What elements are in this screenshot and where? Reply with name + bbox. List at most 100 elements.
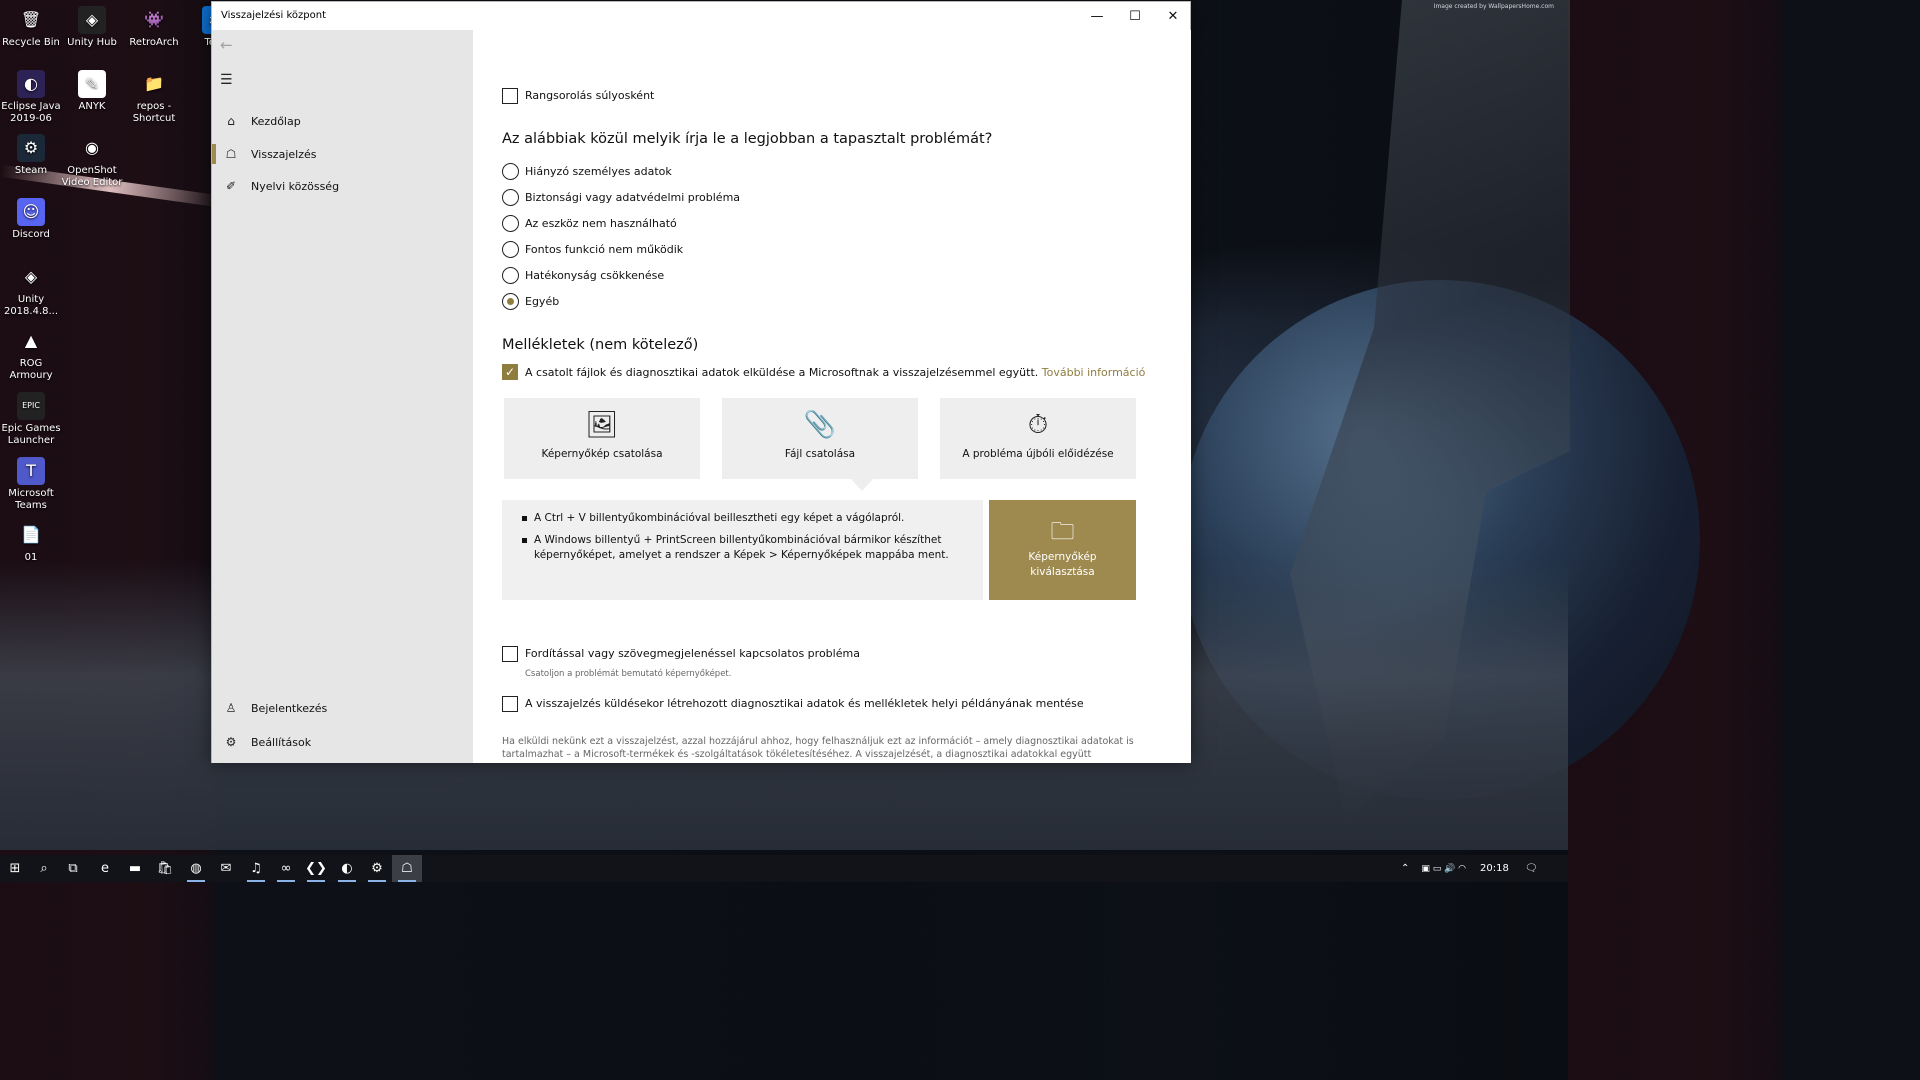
screenshot-icon: 🖼 (585, 410, 619, 440)
folder-icon: 🗀 (1050, 517, 1075, 545)
home-icon: ⌂ (227, 114, 235, 128)
radio-other[interactable] (502, 293, 519, 310)
desktop-icon[interactable]: ◐ Eclipse Java 2019-06 (0, 70, 62, 125)
title-bar[interactable]: Visszajelzési központ — ☐ ✕ (212, 2, 1190, 30)
eclipse-icon: ◐ (17, 70, 45, 98)
steam-icon: ⚙ (17, 134, 45, 162)
visual-studio-icon[interactable]: ∞ (271, 855, 301, 882)
unity-hub-icon: ◈ (78, 6, 106, 34)
choose-screenshot-button[interactable]: 🗀 Képernyőkép kiválasztása (989, 500, 1136, 600)
info-bullet: A Windows billentyű + PrintScreen billen… (522, 533, 964, 563)
desktop-icon[interactable]: 🗑 Recycle Bin (0, 6, 62, 49)
feedback-hub-window: Visszajelzési központ — ☐ ✕ ← ☰ ⌂ Kezdől… (211, 1, 1191, 763)
notification-icon[interactable]: 🗨 (1525, 863, 1538, 874)
rank-severity-checkbox[interactable] (502, 88, 518, 104)
desktop-icon[interactable]: T Microsoft Teams (0, 457, 62, 512)
taskbar: ⊞ ⌕ ⧉ e ▬ 🛍 ◍ ✉ ♫ ∞ ❮❯ ◐ ⚙ ☖ ⌃ ▣ ▭ 🔊 ◠ 20:18 🗨 (0, 855, 1568, 882)
gear-icon: ⚙ (225, 735, 237, 749)
desktop-icon-label: ROG Armoury (9, 358, 53, 381)
more-info-link[interactable]: További információ (1042, 366, 1146, 379)
teams-icon: T (17, 457, 45, 485)
radio-label: Fontos funkció nem működik (525, 243, 684, 256)
translation-issue-checkbox[interactable] (502, 646, 518, 662)
tray-chevron-icon[interactable]: ⌃ (1401, 863, 1409, 874)
store-icon[interactable]: 🛍 (150, 855, 180, 882)
sidebar-item-label: Visszajelzés (251, 147, 317, 161)
desktop-icon[interactable]: 📄 01 (0, 521, 62, 564)
close-button[interactable]: ✕ (1154, 2, 1192, 30)
desktop-icon[interactable]: 👾 RetroArch (123, 6, 185, 49)
sidebar-item-label: Nyelvi közösség (251, 179, 340, 193)
app-icon[interactable]: ◐ (332, 855, 362, 882)
mail-icon[interactable]: ✉ (211, 855, 241, 882)
desktop-icon-label: Steam (14, 165, 48, 176)
attach-screenshot-button[interactable]: 🖼 Képernyőkép csatolása (504, 398, 700, 479)
back-arrow-icon[interactable]: ← (220, 36, 242, 56)
desktop-icon[interactable]: ⚙ Steam (0, 134, 62, 177)
system-tray: ⌃ ▣ ▭ 🔊 ◠ 20:18 🗨 (1397, 855, 1568, 882)
retroarch-icon: 👾 (144, 10, 164, 29)
windows-start-icon[interactable]: ⊞ (0, 855, 30, 882)
send-diagnostics-checkbox[interactable]: ✓ (502, 364, 518, 380)
radio-label: Az eszköz nem használható (525, 217, 677, 230)
minimize-button[interactable]: — (1078, 2, 1116, 30)
recreate-problem-button[interactable]: ⏱ A probléma újbóli előidézése (940, 398, 1136, 479)
search-icon[interactable]: ⌕ (29, 855, 59, 882)
radio-missing-personal-data[interactable] (502, 163, 519, 180)
edge-icon[interactable]: e (90, 855, 120, 882)
task-view-icon[interactable]: ⧉ (58, 855, 88, 882)
vscode-icon[interactable]: ❮❯ (301, 855, 331, 882)
desktop-icon[interactable]: ✎ ANYK (61, 70, 123, 113)
radio-security-privacy[interactable] (502, 189, 519, 206)
desktop-icon-label: Unity 2018.4.8... (3, 294, 59, 317)
desktop-icon-label: OpenShot Video Editor (61, 165, 123, 188)
chrome-icon[interactable]: ◍ (181, 855, 211, 882)
radio-feature-broken[interactable] (502, 241, 519, 258)
desktop-icon[interactable]: ◈ Unity 2018.4.8... (0, 263, 62, 318)
translation-issue-hint: Csatoljon a problémát bemutató képernyők… (525, 669, 732, 679)
send-diagnostics-text: A csatolt fájlok és diagnosztikai adatok… (525, 366, 1039, 379)
info-bullet: A Ctrl + V billentyűkombinációval beille… (522, 511, 964, 526)
tray-icons[interactable]: ▣ ▭ 🔊 ◠ (1421, 864, 1466, 874)
sidebar-item-label: Bejelentkezés (251, 701, 328, 715)
choose-screenshot-label: Képernyőkép kiválasztása (1028, 551, 1097, 578)
desktop-icon[interactable]: ◈ Unity Hub (61, 6, 123, 49)
desktop-icon-label: Unity Hub (67, 37, 117, 48)
desktop-icon-label: Recycle Bin (2, 37, 60, 48)
feedback-icon: ☖ (225, 147, 237, 161)
legal-disclaimer: Ha elküldi nekünk ezt a visszajelzést, a… (502, 736, 1134, 760)
desktop-icon[interactable]: 📁 repos - Shortcut (123, 70, 185, 125)
settings-icon[interactable]: ⚙ (362, 855, 392, 882)
clock[interactable]: 20:18 (1480, 863, 1509, 874)
radio-label: Hiányzó személyes adatok (525, 165, 672, 178)
radio-device-unusable[interactable] (502, 215, 519, 232)
desktop-icon[interactable]: ☺ Discord (0, 198, 62, 241)
desktop-icon-label: Discord (12, 229, 50, 240)
hamburger-menu-icon[interactable]: ☰ (220, 72, 240, 90)
attach-file-button[interactable]: 📎 Fájl csatolása (722, 398, 918, 479)
sidebar-item-settings[interactable]: ⚙ Beállítások (212, 726, 473, 758)
desktop-icon[interactable]: ◉ OpenShot Video Editor (61, 134, 123, 189)
sidebar-item-home[interactable]: ⌂ Kezdőlap (212, 105, 473, 137)
send-diagnostics-label: A csatolt fájlok és diagnosztikai adatok… (525, 366, 1145, 379)
folder-shortcut-icon: 📁 (144, 74, 164, 93)
wallpaper-watermark: Image created by WallpapersHome.com (1433, 3, 1554, 10)
sidebar-item-sign-in[interactable]: ♙ Bejelentkezés (212, 692, 473, 724)
feedback-hub-icon[interactable]: ☖ (392, 855, 422, 882)
maximize-button[interactable]: ☐ (1116, 2, 1154, 30)
radio-performance[interactable] (502, 267, 519, 284)
save-local-copy-checkbox[interactable] (502, 696, 518, 712)
rank-severity-label: Rangsorolás súlyosként (525, 89, 655, 102)
sidebar-item-feedback[interactable]: ☖ Visszajelzés (212, 138, 473, 170)
desktop-icon[interactable]: EPIC Epic Games Launcher (0, 392, 62, 447)
person-icon: ♙ (225, 701, 237, 715)
desktop-icon[interactable]: ▲ ROG Armoury (0, 327, 62, 382)
file-explorer-icon[interactable]: ▬ (120, 855, 150, 882)
tile-label: Képernyőkép csatolása (541, 448, 663, 460)
radio-label: Egyéb (525, 295, 560, 308)
sidebar-item-language-community[interactable]: ✐ Nyelvi közösség (212, 170, 473, 202)
spotify-icon[interactable]: ♫ (241, 855, 271, 882)
screenshot-info-box: A Ctrl + V billentyűkombinációval beille… (502, 500, 983, 600)
language-community-icon: ✐ (225, 179, 237, 193)
desktop-icon-label: Epic Games Launcher (1, 423, 61, 446)
